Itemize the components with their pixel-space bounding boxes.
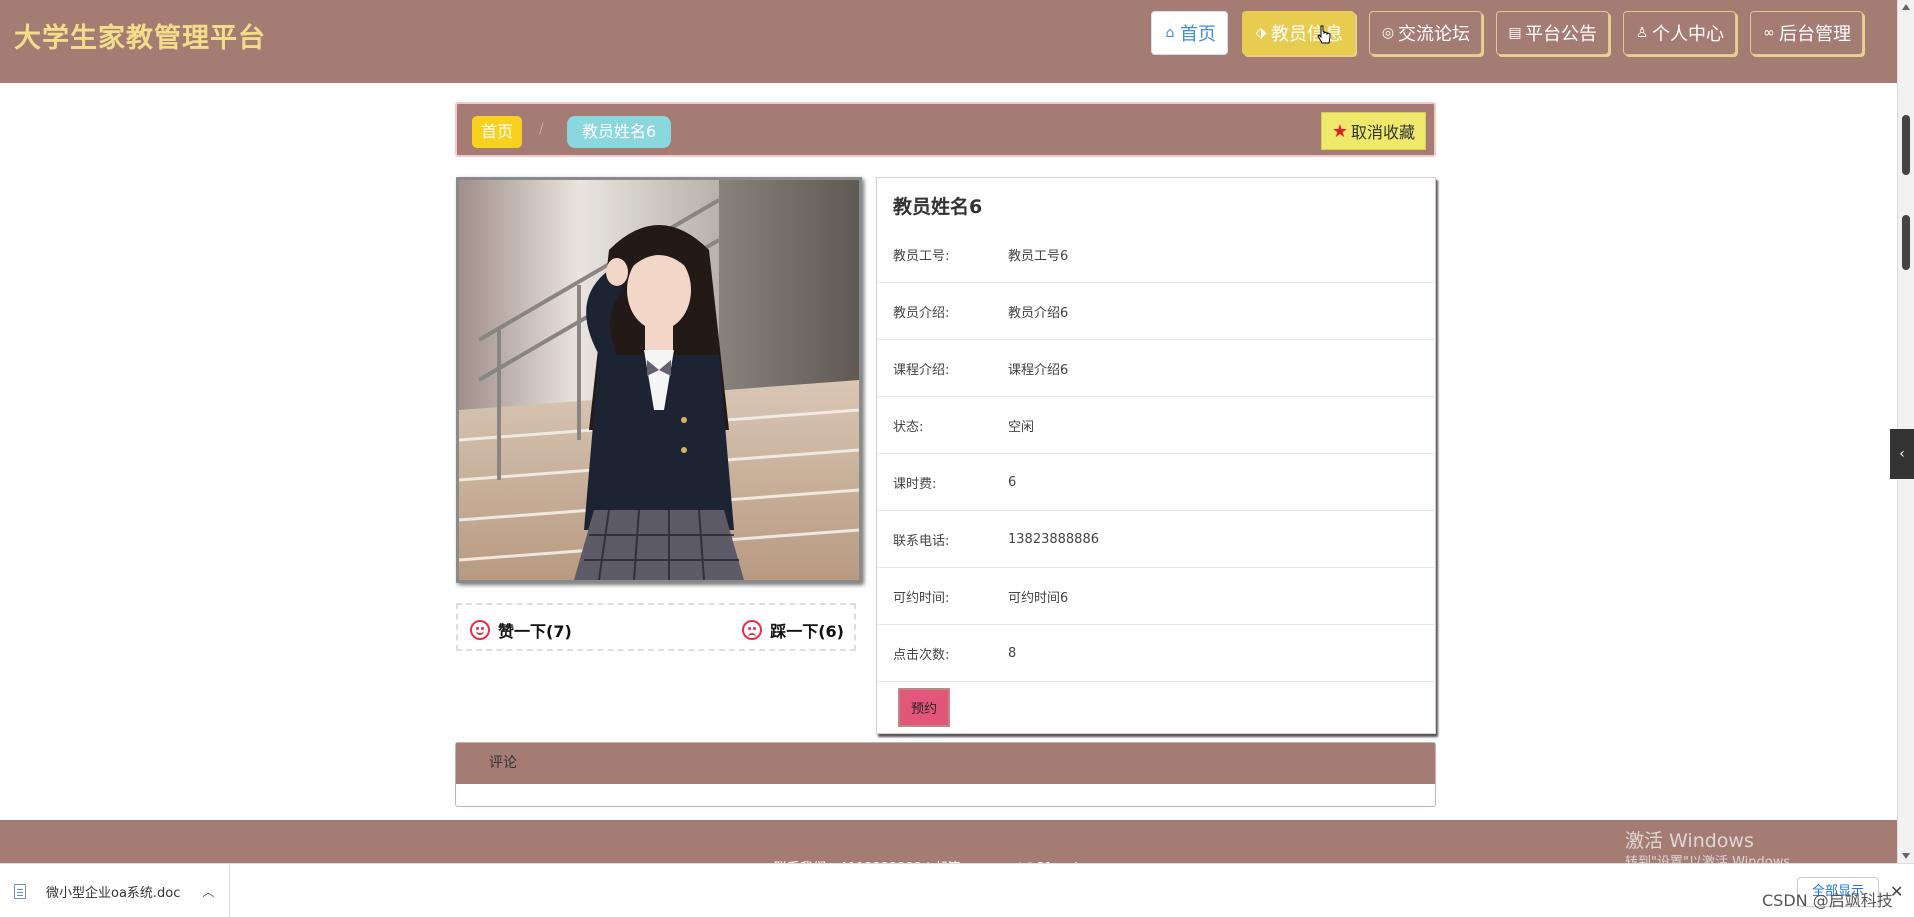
- header: 大学生家教管理平台 ⌂ 首页 ⬗ 教员信息 ◎ 交流论坛 ▤ 平台公告 ♙ 个人…: [0, 0, 1897, 83]
- chevron-left-icon: ‹: [1899, 446, 1905, 462]
- detail-row: 联系电话: 13823888886: [877, 511, 1435, 568]
- notice-icon: ▤: [1508, 25, 1522, 41]
- detail-label: 课时费:: [893, 476, 937, 492]
- footer: 联系我们：4008888888 | 邮箱：support@81zsxh.com: [0, 820, 1897, 876]
- download-filename: 微小型企业oa系统.doc: [46, 885, 181, 901]
- detail-value: 6: [1008, 474, 1017, 490]
- detail-value: 空闲: [1008, 419, 1035, 435]
- detail-value: 课程介绍6: [1008, 362, 1069, 378]
- tag-icon: ⬗: [1255, 25, 1267, 41]
- nav-tutor-info[interactable]: ⬗ 教员信息: [1242, 11, 1355, 55]
- detail-value: 8: [1008, 645, 1017, 661]
- nav-home[interactable]: ⌂ 首页: [1151, 11, 1228, 55]
- detail-label: 联系电话:: [893, 533, 950, 549]
- scroll-down-icon[interactable]: [1902, 853, 1910, 859]
- detail-label: 课程介绍:: [893, 362, 950, 378]
- download-item[interactable]: 微小型企业oa系统.doc ︿: [0, 864, 230, 917]
- nav-admin[interactable]: ∞ 后台管理: [1750, 11, 1863, 55]
- home-icon: ⌂: [1165, 25, 1175, 41]
- nav-profile[interactable]: ♙ 个人中心: [1623, 11, 1736, 55]
- nav-label: 首页: [1180, 24, 1216, 45]
- detail-row: 状态: 空闲: [877, 397, 1435, 454]
- main-nav: ⌂ 首页 ⬗ 教员信息 ◎ 交流论坛 ▤ 平台公告 ♙ 个人中心 ∞ 后台管理: [1151, 11, 1863, 55]
- smile-icon: [470, 620, 490, 640]
- nav-label: 后台管理: [1779, 24, 1851, 45]
- unfavorite-button[interactable]: ★ 取消收藏: [1320, 112, 1426, 150]
- frown-icon: [742, 620, 763, 640]
- breadcrumb-home[interactable]: 首页: [472, 116, 523, 148]
- windows-watermark-title: 激活 Windows: [1625, 830, 1754, 852]
- detail-row: 课程介绍: 课程介绍6: [877, 340, 1435, 397]
- like-label: 赞一下(7): [498, 622, 572, 641]
- nav-label: 教员信息: [1271, 24, 1343, 45]
- document-icon: [14, 883, 26, 899]
- tutor-detail-card: 教员姓名6 教员工号: 教员工号6 教员介绍: 教员介绍6 课程介绍: 课程介绍…: [876, 177, 1436, 734]
- nav-forum[interactable]: ◎ 交流论坛: [1369, 11, 1482, 55]
- csdn-watermark: CSDN @启飒科技: [1762, 891, 1893, 910]
- chat-icon: ◎: [1381, 25, 1395, 41]
- download-bar: 微小型企业oa系统.doc ︿ 全部显示 ✕: [0, 863, 1914, 917]
- tutor-name-title: 教员姓名6: [893, 196, 983, 218]
- scroll-up-icon[interactable]: [1902, 4, 1910, 10]
- nav-announcements[interactable]: ▤ 平台公告: [1496, 11, 1609, 55]
- detail-label: 点击次数:: [893, 647, 950, 663]
- user-icon: ♙: [1635, 25, 1649, 41]
- vote-box: 赞一下(7) 踩一下(6): [456, 603, 856, 651]
- detail-value: 13823888886: [1008, 531, 1099, 547]
- scroll-thumb[interactable]: [1902, 215, 1910, 270]
- nav-label: 平台公告: [1525, 24, 1597, 45]
- chevron-up-icon[interactable]: ︿: [202, 883, 214, 900]
- dislike-button[interactable]: 踩一下(6): [742, 618, 844, 642]
- detail-label: 教员工号:: [893, 248, 950, 264]
- detail-row: 点击次数: 8: [877, 625, 1435, 682]
- comments-title: 评论: [456, 743, 1435, 784]
- detail-label: 可约时间:: [893, 590, 950, 606]
- book-button[interactable]: 预约: [898, 688, 950, 727]
- comments-section: 评论: [455, 742, 1436, 807]
- detail-row: 课时费: 6: [877, 454, 1435, 511]
- detail-value: 可约时间6: [1008, 590, 1069, 606]
- dislike-label: 踩一下(6): [770, 622, 844, 641]
- mouse-cursor-icon: [1317, 25, 1331, 44]
- detail-value: 教员工号6: [1008, 248, 1069, 264]
- nav-label: 交流论坛: [1398, 24, 1470, 45]
- detail-row: 教员工号: 教员工号6: [877, 226, 1435, 283]
- detail-row: 教员介绍: 教员介绍6: [877, 283, 1435, 340]
- breadcrumb: 首页 / 教员姓名6 ★ 取消收藏: [455, 102, 1436, 157]
- detail-rows: 教员工号: 教员工号6 教员介绍: 教员介绍6 课程介绍: 课程介绍6 状态: …: [877, 226, 1435, 682]
- detail-label: 状态:: [893, 419, 924, 435]
- scroll-thumb[interactable]: [1902, 115, 1910, 175]
- nav-label: 个人中心: [1652, 24, 1724, 45]
- side-panel-toggle[interactable]: ‹: [1890, 429, 1914, 479]
- detail-row: 可约时间: 可约时间6: [877, 568, 1435, 625]
- site-brand[interactable]: 大学生家教管理平台: [14, 16, 266, 55]
- link-icon: ∞: [1763, 25, 1775, 41]
- tutor-photo: [456, 177, 862, 583]
- breadcrumb-separator: /: [539, 121, 544, 137]
- star-icon: ★: [1331, 120, 1348, 142]
- like-button[interactable]: 赞一下(7): [470, 618, 572, 642]
- breadcrumb-current: 教员姓名6: [567, 116, 672, 148]
- unfavorite-label: 取消收藏: [1350, 123, 1415, 142]
- detail-value: 教员介绍6: [1008, 305, 1069, 321]
- detail-label: 教员介绍:: [893, 305, 950, 321]
